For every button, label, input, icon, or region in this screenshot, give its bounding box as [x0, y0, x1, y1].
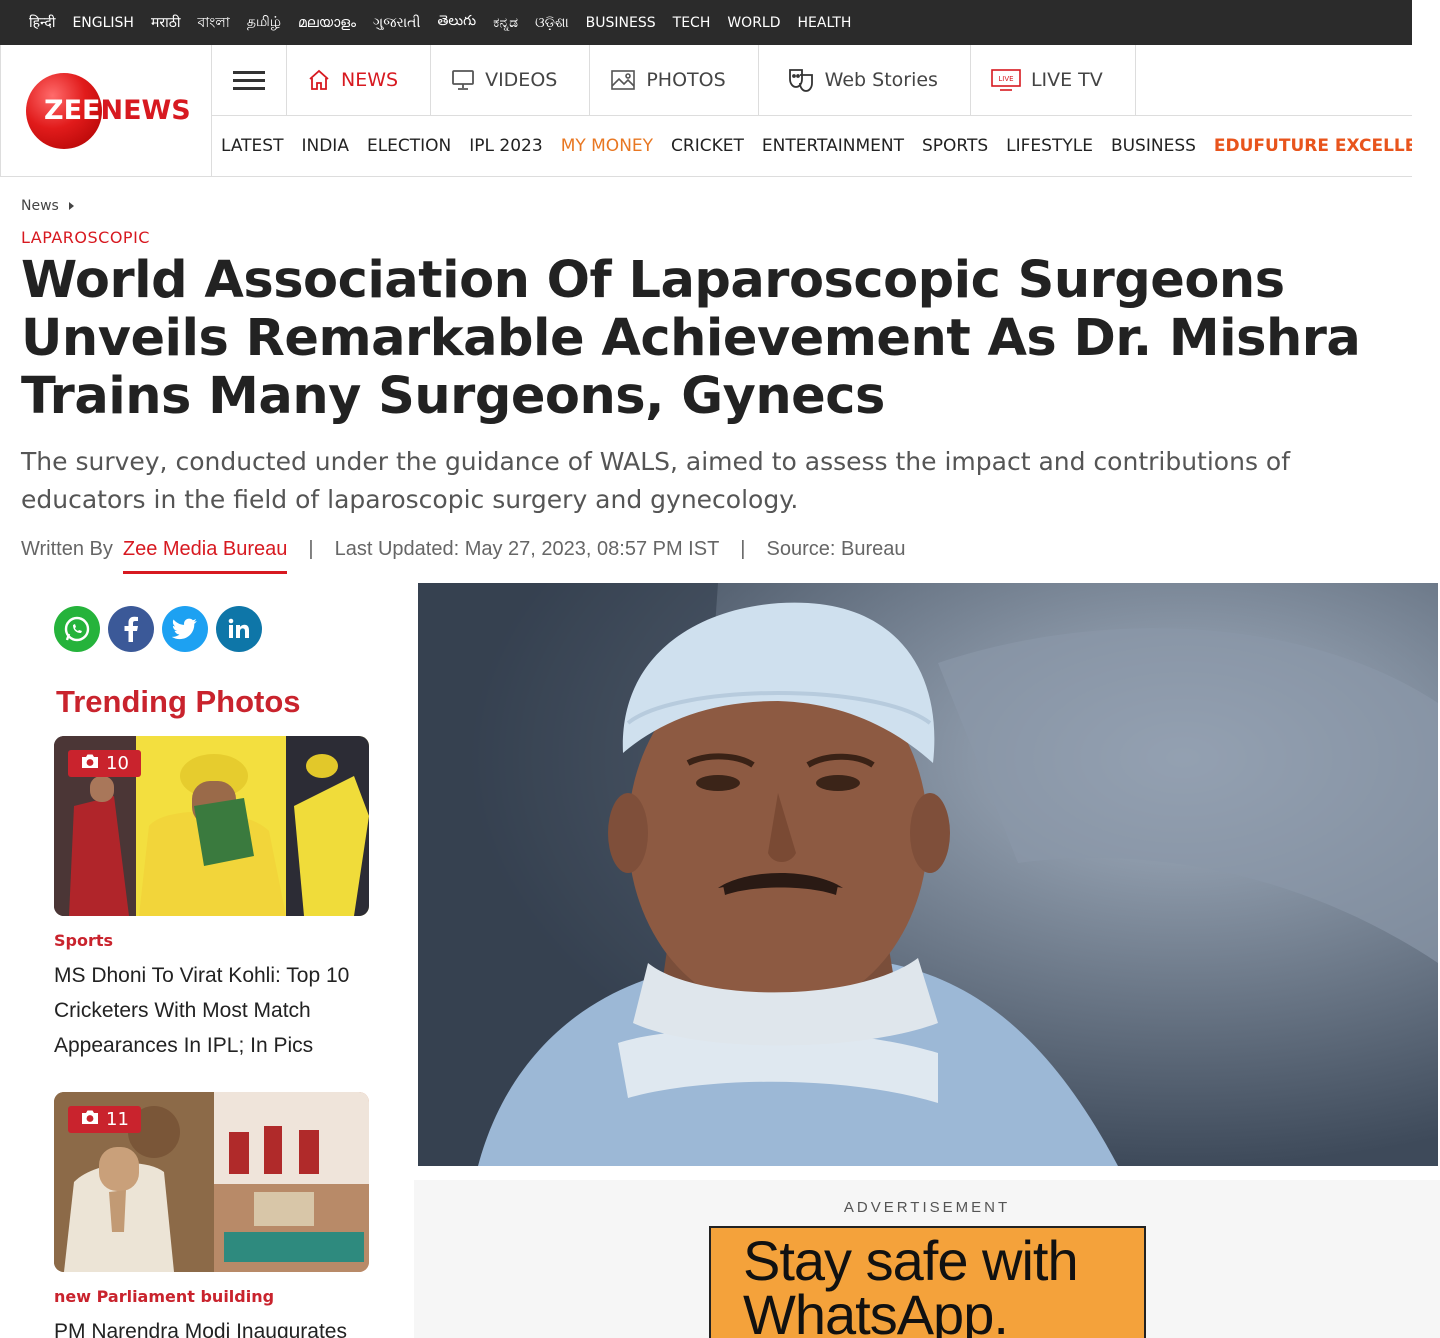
- lang-link-tech[interactable]: TECH: [673, 15, 711, 31]
- nav-photos-label: PHOTOS: [646, 69, 726, 91]
- article-headline: World Association Of Laparoscopic Surgeo…: [21, 251, 1361, 426]
- trending-title-link[interactable]: MS Dhoni To Virat Kohli: Top 10 Crickete…: [54, 958, 369, 1063]
- lang-link-malayalam[interactable]: മലയാളം: [298, 15, 356, 31]
- trending-card[interactable]: 10 Sports MS Dhoni To Virat Kohli: Top 1…: [54, 736, 369, 1063]
- nav-news-label: NEWS: [341, 69, 399, 91]
- lang-link-gujarati[interactable]: ગુજરાતી: [373, 15, 420, 31]
- nav-india[interactable]: INDIA: [301, 136, 348, 156]
- nav-news[interactable]: NEWS: [287, 45, 432, 115]
- trending-title-link[interactable]: PM Narendra Modi Inaugurates: [54, 1314, 369, 1338]
- advertisement-slot: ADVERTISEMENT Stay safe with WhatsApp.: [414, 1180, 1440, 1338]
- advertisement-label: ADVERTISEMENT: [843, 1199, 1011, 1216]
- photo-count-badge: 11: [68, 1106, 141, 1133]
- lang-link-world[interactable]: WORLD: [727, 15, 780, 31]
- site-header: ZEENEWS NEWS VIDEOS PHOTOS Web Stories L…: [0, 45, 1412, 177]
- source: Source: Bureau: [766, 538, 906, 560]
- language-bar: हिन्दी ENGLISH मराठी বাংলা தமிழ் മലയാളം …: [0, 0, 1412, 45]
- nav-videos-label: VIDEOS: [485, 69, 558, 91]
- author-link[interactable]: Zee Media Bureau: [122, 538, 288, 574]
- lang-link-business[interactable]: BUSINESS: [586, 15, 656, 31]
- trending-category[interactable]: Sports: [54, 931, 369, 950]
- advertisement-text: Stay safe with WhatsApp.: [743, 1229, 1079, 1338]
- trending-category[interactable]: new Parliament building: [54, 1287, 369, 1306]
- breadcrumb: News: [21, 198, 74, 214]
- nav-sports[interactable]: SPORTS: [922, 136, 988, 156]
- lang-link-telugu[interactable]: తెలుగు: [437, 13, 476, 32]
- logo-zee: ZEE: [44, 95, 101, 126]
- nav-election[interactable]: ELECTION: [367, 136, 451, 156]
- nav-photos[interactable]: PHOTOS: [590, 45, 759, 115]
- lang-link-tamil[interactable]: தமிழ்: [247, 14, 281, 32]
- advertisement-creative[interactable]: Stay safe with WhatsApp.: [709, 1226, 1146, 1338]
- nav-ipl-2023[interactable]: IPL 2023: [469, 136, 542, 156]
- camera-icon: [80, 753, 100, 774]
- nav-live-tv-label: LIVE TV: [1030, 69, 1103, 91]
- menu-button[interactable]: [212, 45, 287, 115]
- trending-card[interactable]: 11 new Parliament building PM Narendra M…: [54, 1092, 369, 1338]
- trending-thumbnail[interactable]: 10: [54, 736, 369, 916]
- monitor-icon: [451, 69, 475, 91]
- lang-link-hindi[interactable]: हिन्दी: [29, 13, 55, 32]
- whatsapp-icon[interactable]: [54, 606, 100, 652]
- nav-business[interactable]: BUSINESS: [1111, 136, 1196, 156]
- breadcrumb-news[interactable]: News: [21, 198, 59, 214]
- last-updated: Last Updated: May 27, 2023, 08:57 PM IST: [334, 538, 720, 560]
- masks-icon: [787, 67, 815, 93]
- nav-my-money[interactable]: MY MONEY: [561, 136, 653, 156]
- photo-count: 10: [106, 753, 129, 774]
- live-tv-icon: LIVE: [991, 68, 1021, 92]
- twitter-icon[interactable]: [162, 606, 208, 652]
- lang-link-english[interactable]: ENGLISH: [72, 15, 134, 31]
- lang-link-kannada[interactable]: ಕನ್ನಡ: [493, 15, 518, 31]
- article-subhead: The survey, conducted under the guidance…: [21, 447, 1291, 514]
- surgeon-photo-illustration: [418, 583, 1438, 1166]
- nav-web-stories-label: Web Stories: [824, 69, 938, 91]
- lang-link-odia[interactable]: ଓଡ଼ିଶା: [535, 15, 569, 31]
- nav-live-tv[interactable]: LIVE LIVE TV: [971, 45, 1136, 115]
- meta-separator: |: [740, 538, 746, 560]
- nav-latest[interactable]: LATEST: [221, 136, 283, 156]
- lang-link-marathi[interactable]: मराठी: [151, 13, 180, 32]
- social-share: [54, 606, 270, 652]
- lang-link-health[interactable]: HEALTH: [798, 15, 852, 31]
- trending-thumbnail[interactable]: 11: [54, 1092, 369, 1272]
- home-icon: [307, 68, 331, 92]
- primary-nav: NEWS VIDEOS PHOTOS Web Stories LIVE LIVE…: [212, 45, 1136, 115]
- nav-entertainment[interactable]: ENTERTAINMENT: [762, 136, 904, 156]
- photo-icon: [610, 69, 636, 91]
- camera-icon: [80, 1109, 100, 1130]
- nav-edufuture[interactable]: EDUFUTURE EXCELLENCE AW: [1214, 136, 1412, 156]
- photo-count: 11: [106, 1109, 129, 1130]
- nav-lifestyle[interactable]: LIFESTYLE: [1006, 136, 1093, 156]
- site-logo[interactable]: ZEENEWS: [1, 45, 212, 176]
- nav-videos[interactable]: VIDEOS: [431, 45, 591, 115]
- written-by-label: Written By: [21, 538, 113, 560]
- nav-cricket[interactable]: CRICKET: [671, 136, 744, 156]
- linkedin-icon[interactable]: [216, 606, 262, 652]
- lang-link-bangla[interactable]: বাংলা: [197, 11, 229, 35]
- secondary-nav: LATEST INDIA ELECTION IPL 2023 MY MONEY …: [212, 115, 1412, 176]
- trending-photos-title: Trending Photos: [56, 684, 301, 719]
- logo-wordmark: ZEENEWS: [44, 95, 191, 126]
- meta-separator: |: [308, 538, 314, 560]
- nav-web-stories[interactable]: Web Stories: [759, 45, 971, 115]
- facebook-icon[interactable]: [108, 606, 154, 652]
- svg-text:LIVE: LIVE: [998, 75, 1013, 83]
- article-category[interactable]: LAPAROSCOPIC: [21, 228, 150, 247]
- caret-right-icon: [68, 202, 74, 210]
- logo-news: NEWS: [100, 95, 191, 126]
- article-hero-image: [418, 583, 1438, 1166]
- article-meta: Written By Zee Media Bureau | Last Updat…: [21, 538, 905, 574]
- photo-count-badge: 10: [68, 750, 141, 777]
- hamburger-icon: [233, 66, 265, 95]
